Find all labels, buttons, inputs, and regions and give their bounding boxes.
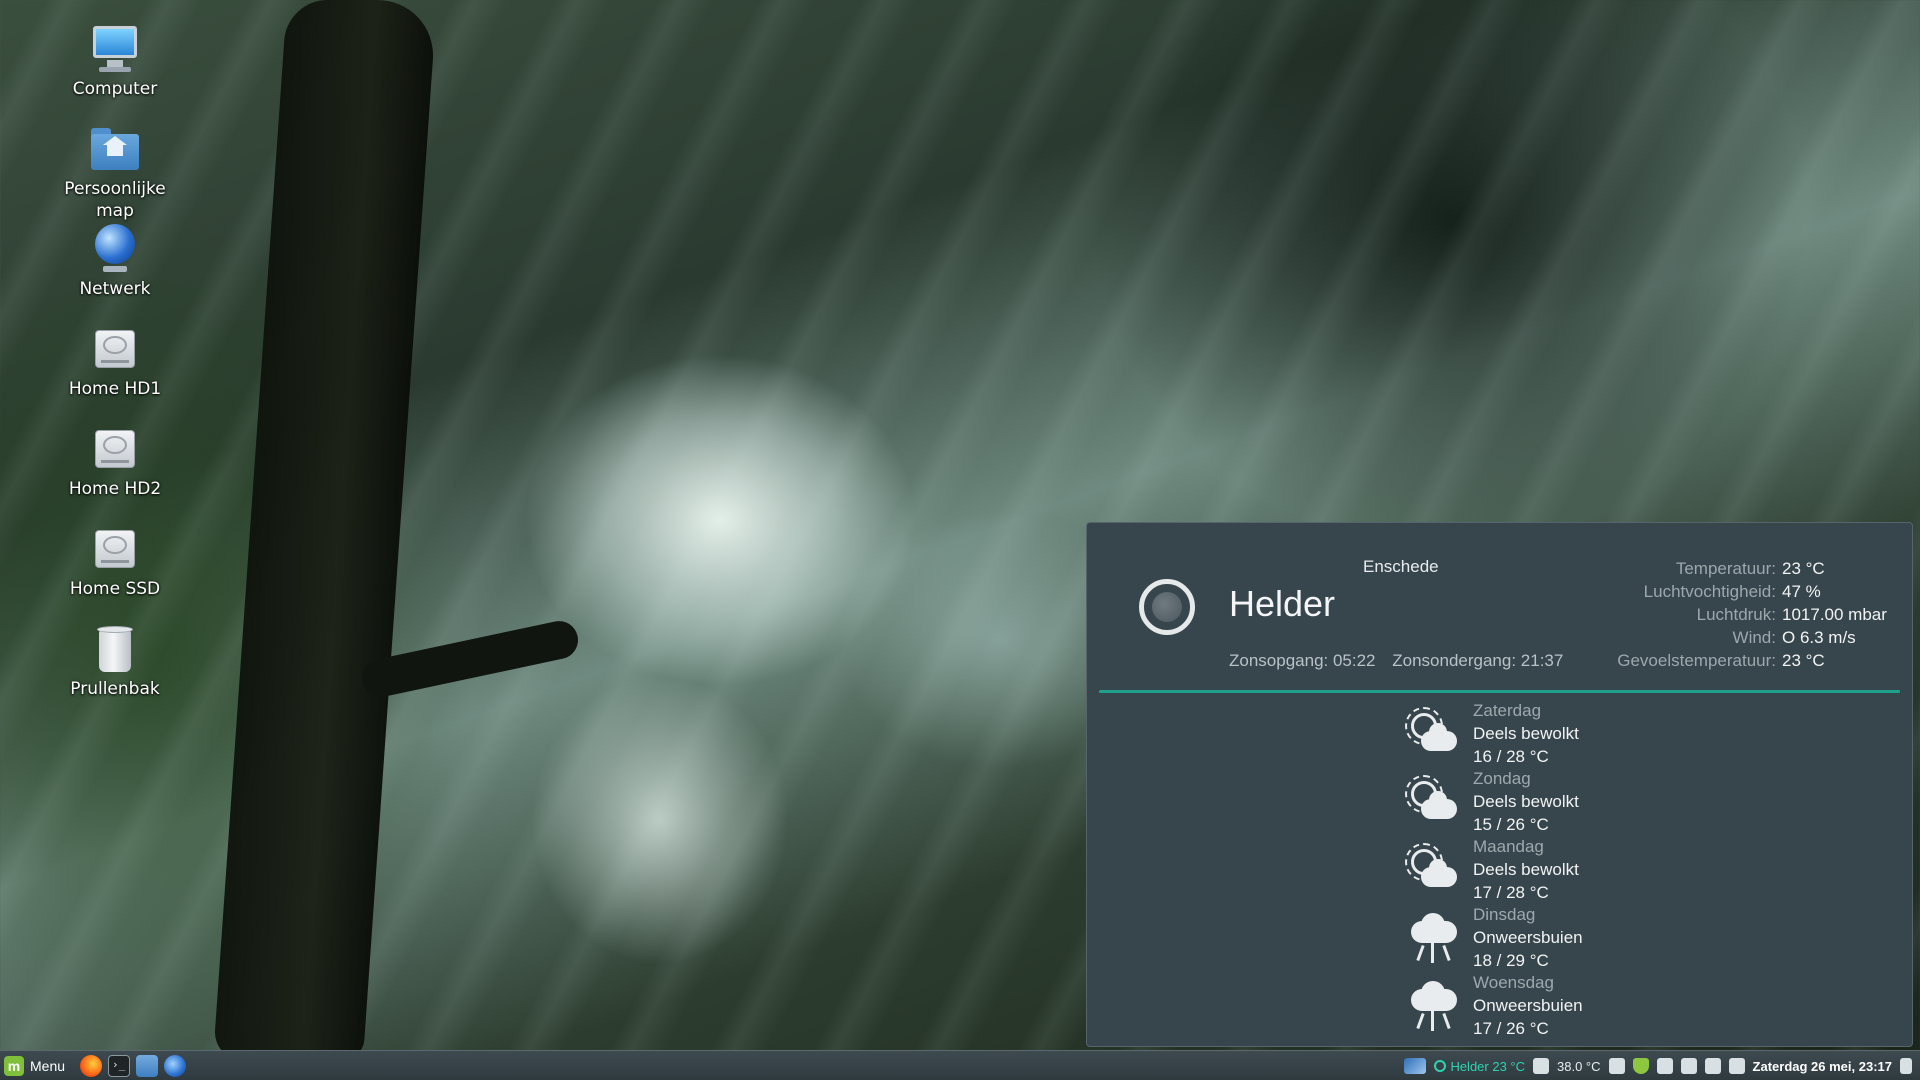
taskbar: m Menu Helder 23 °C 38.0 °C Zaterdag 26 … [0, 1050, 1920, 1080]
clear-night-icon [1434, 1060, 1447, 1072]
panel-launchers [80, 1055, 186, 1077]
detail-value: 1017.00 mbar [1782, 605, 1887, 624]
forecast-desc: Onweersbuien [1473, 996, 1583, 1015]
network-tray-icon[interactable] [1704, 1058, 1721, 1074]
forecast-desc: Deels bewolkt [1473, 860, 1579, 879]
forecast-item: Zaterdag Deels bewolkt 16 / 28 °C [1405, 699, 1707, 767]
menu-label: Menu [30, 1058, 66, 1074]
desktop-icon-label: Netwerk [79, 279, 151, 299]
forecast-item: Maandag Deels bewolkt 17 / 28 °C [1405, 835, 1707, 903]
desktop-icon-computer[interactable]: Computer [50, 22, 180, 100]
terminal-icon[interactable] [108, 1055, 130, 1077]
user-icon[interactable] [1680, 1058, 1697, 1074]
weather-popup: Enschede Helder Zonsopgang: 05:22 Zonson… [1086, 522, 1913, 1047]
detail-label: Wind: [1732, 628, 1776, 647]
desktop-icon-label: Home HD1 [68, 379, 162, 399]
sun-times: Zonsopgang: 05:22 Zonsondergang: 21:37 [1229, 651, 1563, 671]
firefox-icon[interactable] [80, 1055, 102, 1077]
detail-value: 23 °C [1782, 559, 1825, 578]
weather-applet-text: Helder 23 °C [1450, 1058, 1526, 1074]
clear-night-icon [1139, 579, 1195, 635]
desktop-icon-home[interactable]: Persoonlijke map [50, 122, 180, 222]
detail-temperature: Temperatuur: 23 °C [1617, 557, 1894, 580]
sunrise-text: Zonsopgang: 05:22 [1229, 651, 1376, 670]
menu-button[interactable]: m Menu [4, 1055, 73, 1077]
network-icon [89, 222, 141, 274]
clock[interactable]: Zaterdag 26 mei, 23:17 [1753, 1059, 1892, 1074]
desktop-icon-label: Home HD2 [68, 479, 162, 499]
partly-cloudy-icon [1405, 775, 1459, 827]
volume-icon[interactable] [1900, 1058, 1912, 1074]
forecast-desc: Deels bewolkt [1473, 724, 1579, 743]
detail-feels-like: Gevoelstemperatuur: 23 °C [1617, 649, 1894, 672]
update-manager-shield-icon[interactable] [1632, 1058, 1649, 1074]
trash-icon [89, 622, 141, 674]
detail-label: Temperatuur: [1675, 559, 1776, 578]
detail-wind: Wind: O 6.3 m/s [1617, 626, 1894, 649]
detail-pressure: Luchtdruk: 1017.00 mbar [1617, 603, 1894, 626]
weather-city: Enschede [1363, 557, 1439, 576]
forecast-day: Maandag [1473, 837, 1544, 856]
forecast-temp: 16 / 28 °C [1473, 747, 1549, 766]
weather-condition: Helder [1229, 583, 1336, 624]
desktop-icon-network[interactable]: Netwerk [50, 222, 180, 300]
forecast-day: Zaterdag [1473, 701, 1542, 720]
thunderbird-icon[interactable] [164, 1055, 186, 1077]
forecast-item: Woensdag Onweersbuien 17 / 26 °C [1407, 971, 1707, 1039]
detail-label: Luchtdruk: [1696, 605, 1776, 624]
weather-applet[interactable]: Helder 23 °C [1434, 1059, 1525, 1074]
file-manager-icon[interactable] [136, 1055, 158, 1077]
desktop-icon-label: Computer [72, 79, 158, 99]
hard-drive-icon [89, 522, 141, 574]
weather-separator [1099, 690, 1900, 693]
sunset-text: Zonsondergang: 21:37 [1392, 651, 1564, 670]
forecast-temp: 18 / 29 °C [1473, 951, 1549, 970]
power-icon[interactable] [1728, 1058, 1745, 1074]
workspace-switcher-icon[interactable] [1404, 1058, 1427, 1074]
mint-logo-icon: m [4, 1056, 24, 1076]
forecast-temp: 17 / 26 °C [1473, 1019, 1549, 1038]
desktop-icon-home-ssd[interactable]: Home SSD [50, 522, 180, 600]
screenshot-icon[interactable] [1608, 1058, 1625, 1074]
wallpaper-tree-trunk [212, 0, 438, 1060]
detail-value: 47 % [1782, 582, 1821, 601]
weather-details: Temperatuur: 23 °C Luchtvochtigheid: 47 … [1617, 557, 1894, 672]
desktop-icon-label: Persoonlijke map [64, 179, 166, 221]
computer-icon [89, 22, 141, 74]
thunderstorm-icon [1407, 979, 1459, 1031]
forecast-desc: Onweersbuien [1473, 928, 1583, 947]
detail-humidity: Luchtvochtigheid: 47 % [1617, 580, 1894, 603]
forecast-temp: 15 / 26 °C [1473, 815, 1549, 834]
forecast-item: Dinsdag Onweersbuien 18 / 29 °C [1407, 903, 1707, 971]
desktop-icon-label: Prullenbak [70, 679, 160, 699]
desktop-icon-trash[interactable]: Prullenbak [50, 622, 180, 700]
desktop-icon-home-hd2[interactable]: Home HD2 [50, 422, 180, 500]
partly-cloudy-icon [1405, 843, 1459, 895]
forecast-temp: 17 / 28 °C [1473, 883, 1549, 902]
thunderstorm-icon [1407, 911, 1459, 963]
forecast-desc: Deels bewolkt [1473, 792, 1579, 811]
temperature-applet[interactable]: 38.0 °C [1557, 1059, 1601, 1074]
detail-label: Gevoelstemperatuur: [1617, 651, 1776, 670]
desktop-icon-label: Home SSD [69, 579, 161, 599]
system-tray: Helder 23 °C 38.0 °C Zaterdag 26 mei, 23… [1404, 1051, 1912, 1080]
forecast-day: Woensdag [1473, 973, 1554, 992]
detail-label: Luchtvochtigheid: [1643, 582, 1776, 601]
detail-value: 23 °C [1782, 651, 1825, 670]
partly-cloudy-icon [1405, 707, 1459, 759]
hard-drive-icon [89, 422, 141, 474]
forecast-list: Zaterdag Deels bewolkt 16 / 28 °C Zondag… [1405, 699, 1707, 1039]
hard-drive-icon [89, 322, 141, 374]
home-folder-icon [89, 122, 141, 174]
forecast-day: Zondag [1473, 769, 1531, 788]
desktop-icon-home-hd1[interactable]: Home HD1 [50, 322, 180, 400]
clipboard-icon[interactable] [1656, 1058, 1673, 1074]
forecast-day: Dinsdag [1473, 905, 1536, 924]
detail-value: O 6.3 m/s [1782, 628, 1856, 647]
sensors-icon[interactable] [1533, 1058, 1550, 1074]
forecast-item: Zondag Deels bewolkt 15 / 26 °C [1405, 767, 1707, 835]
